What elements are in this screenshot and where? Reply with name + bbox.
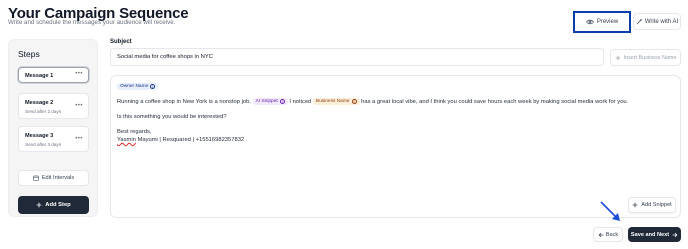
steps-title: Steps: [18, 49, 40, 59]
owner-name-chip-label: Owner Name: [120, 84, 149, 89]
business-name-chip-label: Business Name: [315, 99, 350, 104]
add-step-label: Add Step: [45, 202, 71, 208]
message-editor[interactable]: Owner Name i Running a coffee shop in Ne…: [110, 75, 681, 218]
message-text: has a great local vibe, and I think you …: [361, 99, 629, 106]
calendar-icon: [33, 175, 39, 181]
info-icon: i: [150, 84, 156, 89]
plus-icon: [632, 202, 638, 208]
add-snippet-button[interactable]: Add Snippet: [628, 197, 676, 213]
add-step-button[interactable]: Add Step: [18, 196, 89, 214]
subject-label: Subject: [110, 39, 132, 45]
business-name-chip[interactable]: Business Name i: [312, 98, 360, 105]
plus-icon: [615, 55, 621, 61]
plus-icon: [36, 202, 42, 208]
more-options-icon[interactable]: •••: [75, 136, 83, 142]
ai-snippet-chip[interactable]: AI Snippet i: [252, 98, 288, 105]
preview-button[interactable]: Preview: [573, 11, 631, 33]
info-icon: i: [351, 99, 357, 104]
step-card-message-2[interactable]: Message 2 Send after 2 days •••: [18, 93, 89, 119]
save-and-next-button[interactable]: Save and Next: [628, 227, 681, 242]
back-label: Back: [605, 231, 619, 238]
add-snippet-label: Add Snippet: [641, 202, 672, 208]
info-icon: i: [279, 99, 285, 104]
step-interval: Send after 2 days: [25, 109, 62, 114]
write-with-ai-button[interactable]: Write with AI: [633, 13, 681, 30]
edit-intervals-button[interactable]: Edit Intervals: [18, 170, 89, 186]
step-name: Message 3: [25, 133, 54, 139]
edit-intervals-label: Edit Intervals: [41, 175, 75, 181]
message-line-1: Running a coffee shop in New York is a n…: [117, 98, 628, 105]
annotation-arrow-icon: [600, 201, 620, 221]
more-options-icon[interactable]: •••: [75, 71, 83, 77]
back-button[interactable]: Back: [593, 227, 623, 242]
message-signature: Yasmin Mayumi | Resquared | +15516982357…: [117, 137, 244, 143]
magic-wand-icon: [636, 18, 643, 25]
page-subtitle: Write and schedule the messages your aud…: [8, 19, 176, 26]
step-name: Message 1: [25, 73, 54, 79]
step-name: Message 2: [25, 100, 54, 106]
arrow-left-icon: [598, 232, 604, 238]
save-and-next-label: Save and Next: [630, 231, 670, 238]
message-text: Running a coffee shop in New York is a n…: [117, 99, 251, 106]
preview-label: Preview: [596, 19, 619, 25]
step-interval: Send after 3 days: [25, 142, 62, 147]
steps-panel: Steps Message 1 ••• Message 2 Send after…: [8, 39, 98, 217]
arrow-right-icon: [672, 232, 678, 238]
message-line-2: Is this something you would be intereste…: [117, 114, 227, 120]
step-card-message-1[interactable]: Message 1 •••: [18, 67, 89, 83]
message-text: I noticed: [289, 99, 312, 106]
owner-name-chip[interactable]: Owner Name i: [117, 83, 159, 90]
insert-business-name-button[interactable]: Insert Business Name: [610, 49, 681, 66]
step-card-message-3[interactable]: Message 3 Send after 3 days •••: [18, 126, 89, 152]
subject-input[interactable]: [110, 48, 604, 66]
ai-snippet-chip-label: AI Snippet: [255, 99, 278, 104]
more-options-icon[interactable]: •••: [75, 103, 83, 109]
signature-details: Mayumi | Resquared | +15516982357832: [135, 137, 245, 143]
eye-icon: [585, 19, 594, 25]
signature-name: Yasmin: [117, 137, 136, 143]
message-line-3: Best regards,: [117, 129, 152, 135]
write-with-ai-label: Write with AI: [644, 18, 679, 25]
insert-business-name-label: Insert Business Name: [623, 54, 677, 61]
